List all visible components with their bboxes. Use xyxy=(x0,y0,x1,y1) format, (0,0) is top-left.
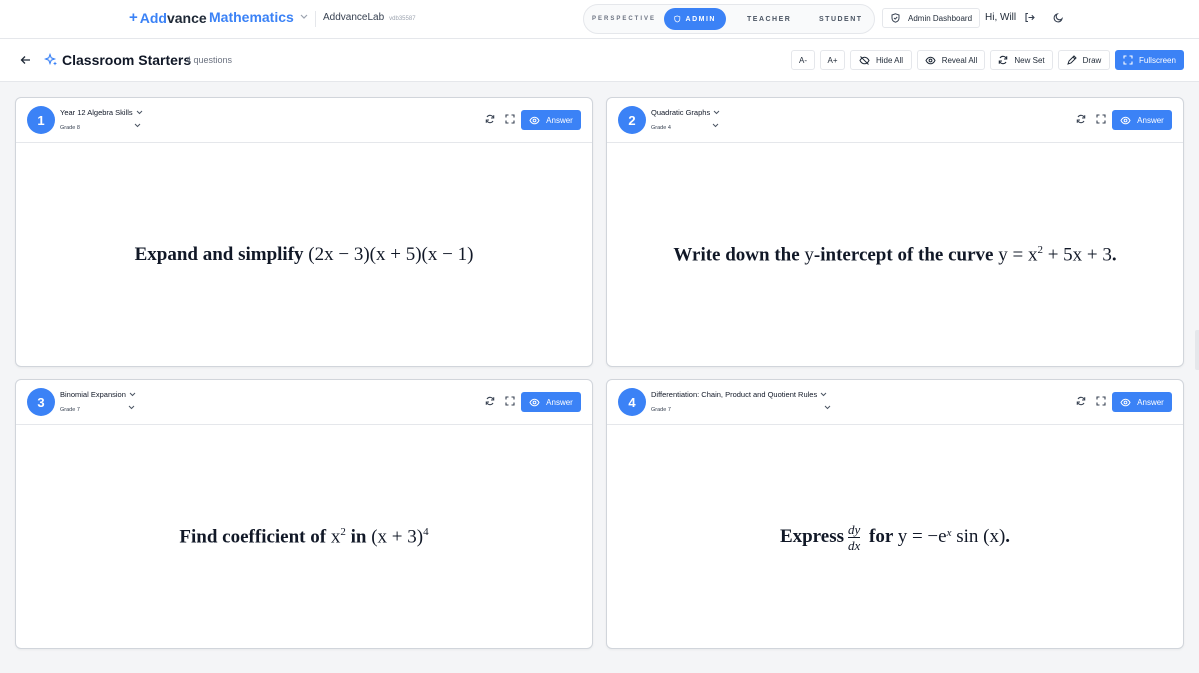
eye-icon xyxy=(1120,398,1131,406)
eye-icon xyxy=(529,116,540,124)
question-number: 2 xyxy=(618,106,646,134)
chevron-down-icon xyxy=(300,14,308,19)
subject-label: Mathematics xyxy=(209,9,294,25)
grade-chevron-down-icon[interactable] xyxy=(824,405,831,410)
eye-icon xyxy=(925,56,936,64)
expand-icon[interactable] xyxy=(505,114,515,124)
chevron-down-icon xyxy=(129,392,136,397)
question-card-4: 4 Differentiation: Chain, Product and Qu… xyxy=(606,379,1184,649)
starters-toolbar: Classroom Starters 4 questions A- A+ Hid… xyxy=(0,39,1199,82)
card-header: 1 Year 12 Algebra Skills Grade 8 Answer xyxy=(16,98,592,143)
expand-icon[interactable] xyxy=(1096,114,1106,124)
reveal-all-button[interactable]: Reveal All xyxy=(917,50,985,70)
subject-selector[interactable]: Mathematics xyxy=(209,9,308,25)
topic-selector[interactable]: Binomial Expansion xyxy=(60,390,136,399)
answer-button[interactable]: Answer xyxy=(521,110,581,130)
perspective-switcher: PERSPECTIVE ADMIN TEACHER STUDENT xyxy=(583,4,875,34)
decrease-font-button[interactable]: A- xyxy=(791,50,815,70)
derivative-fraction: dy dx xyxy=(848,521,861,553)
grade-label: Grade 7 xyxy=(60,407,80,413)
question-text: Express dy dx for y = − e x sin (x). xyxy=(779,521,1011,553)
refresh-icon[interactable] xyxy=(485,396,495,406)
lab-link[interactable]: AddvanceLab vdb35587 xyxy=(323,12,416,23)
answer-button[interactable]: Answer xyxy=(1112,392,1172,412)
side-panel-handle[interactable] xyxy=(1195,330,1199,370)
divider xyxy=(315,11,316,27)
grade-chevron-down-icon[interactable] xyxy=(128,405,135,410)
chevron-down-icon xyxy=(136,110,143,115)
grade-label: Grade 7 xyxy=(651,407,671,413)
pen-icon xyxy=(1066,55,1077,65)
question-number: 3 xyxy=(27,388,55,416)
question-text: Expand and simplify (2x − 3)(x + 5)(x − … xyxy=(134,244,474,265)
question-text: Find coefficient of x2 in (x + 3)4 xyxy=(179,525,429,548)
eye-icon xyxy=(529,398,540,406)
grade-label: Grade 4 xyxy=(651,125,671,131)
refresh-icon[interactable] xyxy=(1076,114,1086,124)
question-card-1: 1 Year 12 Algebra Skills Grade 8 Answer … xyxy=(15,97,593,367)
page-title: Classroom Starters xyxy=(62,52,192,68)
refresh-icon xyxy=(999,55,1008,65)
draw-button[interactable]: Draw xyxy=(1058,50,1110,70)
answer-button[interactable]: Answer xyxy=(521,392,581,412)
perspective-label: PERSPECTIVE xyxy=(592,16,657,22)
eye-icon xyxy=(1120,116,1131,124)
topic-selector[interactable]: Differentiation: Chain, Product and Quot… xyxy=(651,390,827,399)
topic-selector[interactable]: Quadratic Graphs xyxy=(651,108,720,117)
grade-chevron-down-icon[interactable] xyxy=(712,123,719,128)
card-header: 3 Binomial Expansion Grade 7 Answer xyxy=(16,380,592,425)
refresh-icon[interactable] xyxy=(1076,396,1086,406)
question-count: 4 questions xyxy=(186,55,233,65)
perspective-admin-button[interactable]: ADMIN xyxy=(664,8,726,30)
expand-icon[interactable] xyxy=(1096,396,1106,406)
hide-all-button[interactable]: Hide All xyxy=(850,50,912,70)
logout-icon[interactable] xyxy=(1024,12,1035,23)
chevron-down-icon xyxy=(713,110,720,115)
perspective-student-button[interactable]: STUDENT xyxy=(804,8,870,30)
grade-chevron-down-icon[interactable] xyxy=(134,123,141,128)
shield-icon xyxy=(674,15,681,23)
question-card-2: 2 Quadratic Graphs Grade 4 Answer Write … xyxy=(606,97,1184,367)
arrow-left-icon[interactable] xyxy=(20,55,31,65)
shield-icon xyxy=(891,13,900,23)
brand-logo[interactable]: + Add vance xyxy=(129,9,207,26)
perspective-teacher-button[interactable]: TEACHER xyxy=(732,8,798,30)
fullscreen-button[interactable]: Fullscreen xyxy=(1115,50,1184,70)
expand-icon xyxy=(1123,55,1133,65)
user-greeting: Hi, Will xyxy=(985,12,1017,23)
top-navigation: + Add vance Mathematics AddvanceLab vdb3558… xyxy=(0,0,1199,39)
increase-font-button[interactable]: A+ xyxy=(820,50,845,70)
question-text: Write down the y-intercept of the curve … xyxy=(673,243,1117,266)
expand-icon[interactable] xyxy=(505,396,515,406)
chevron-down-icon xyxy=(820,392,827,397)
refresh-icon[interactable] xyxy=(485,114,495,124)
answer-button[interactable]: Answer xyxy=(1112,110,1172,130)
new-set-button[interactable]: New Set xyxy=(990,50,1053,70)
question-card-3: 3 Binomial Expansion Grade 7 Answer Find… xyxy=(15,379,593,649)
question-number: 4 xyxy=(618,388,646,416)
grade-label: Grade 8 xyxy=(60,125,80,131)
moon-icon[interactable] xyxy=(1053,12,1064,23)
card-header: 2 Quadratic Graphs Grade 4 Answer xyxy=(607,98,1183,143)
eye-off-icon xyxy=(859,55,870,65)
card-header: 4 Differentiation: Chain, Product and Qu… xyxy=(607,380,1183,425)
question-number: 1 xyxy=(27,106,55,134)
version-label: vdb35587 xyxy=(389,16,416,22)
sparkles-icon xyxy=(44,53,57,66)
topic-selector[interactable]: Year 12 Algebra Skills xyxy=(60,108,143,117)
admin-dashboard-button[interactable]: Admin Dashboard xyxy=(882,8,980,28)
